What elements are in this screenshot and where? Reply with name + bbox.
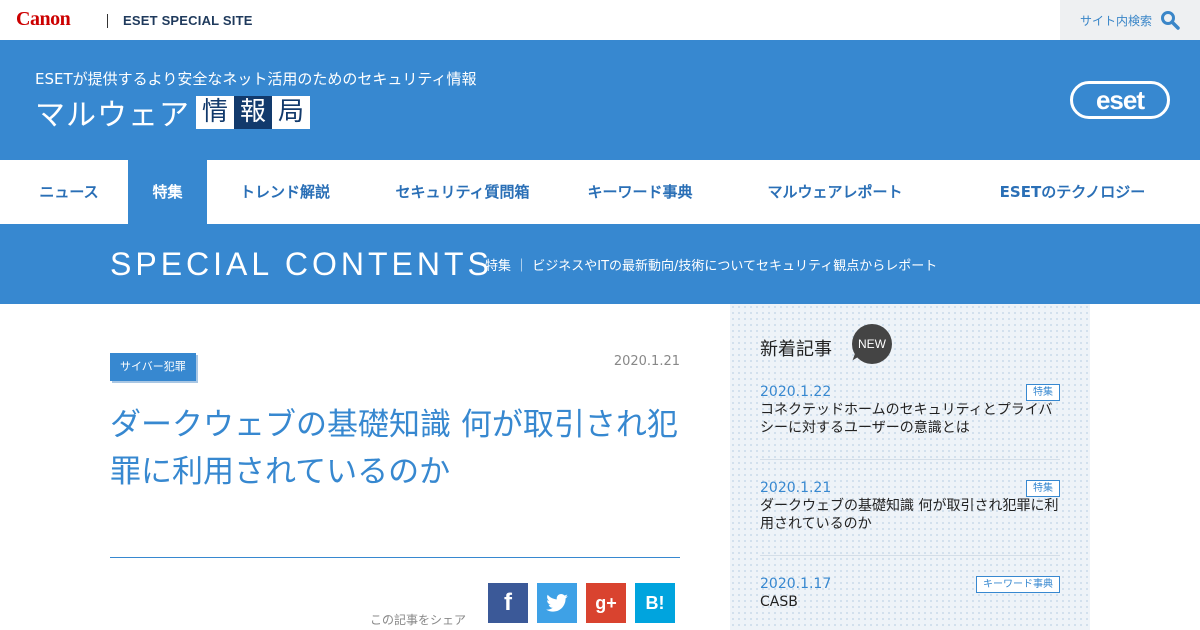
sidebar-heading: 新着記事 bbox=[760, 339, 832, 360]
news-title: CASB bbox=[760, 594, 798, 610]
list-item[interactable]: 2020.1.22 特集 コネクテッドホームのセキュリティとプライバシーに対する… bbox=[760, 384, 1060, 437]
news-title: ダークウェブの基礎知識 何が取引され犯罪に利用されているのか bbox=[760, 498, 1059, 532]
eset-logo-text: eset bbox=[1095, 84, 1145, 115]
site-search-button[interactable]: サイト内検索 bbox=[1060, 0, 1200, 40]
share-label: この記事をシェア bbox=[370, 613, 467, 627]
eset-logo[interactable]: eset bbox=[1070, 81, 1170, 119]
nav-item-special[interactable]: 特集 bbox=[128, 160, 207, 224]
search-icon bbox=[1161, 11, 1180, 30]
brand-box: 情 報 局 bbox=[196, 95, 310, 129]
twitter-share-button[interactable] bbox=[537, 583, 577, 623]
banner-description: 特集 ｜ ビジネスやITの最新動向/技術についてセキュリティ観点からレポート bbox=[485, 259, 938, 274]
news-date: 2020.1.22 bbox=[760, 384, 832, 400]
main-nav: ニュース 特集 トレンド解説 セキュリティ質問箱 キーワード事典 マルウェアレポ… bbox=[0, 160, 1200, 224]
header-tagline: ESETが提供するより安全なネット活用のためのセキュリティ情報 bbox=[35, 70, 477, 88]
new-badge: NEW bbox=[852, 324, 892, 364]
site-search-label: サイト内検索 bbox=[1080, 13, 1153, 28]
nav-item-keywords[interactable]: キーワード事典 bbox=[575, 160, 705, 224]
facebook-icon: f bbox=[504, 589, 512, 616]
list-divider bbox=[760, 555, 1060, 556]
nav-item-news[interactable]: ニュース bbox=[20, 160, 118, 224]
brand-main-text: マルウェア bbox=[35, 98, 190, 133]
top-bar: Canon ESET SPECIAL SITE サイト内検索 bbox=[0, 0, 1200, 40]
banner-title: SPECIAL CONTENTS bbox=[110, 246, 493, 282]
news-date: 2020.1.21 bbox=[760, 480, 832, 496]
top-separator bbox=[107, 14, 108, 28]
site-name[interactable]: ESET SPECIAL SITE bbox=[123, 13, 253, 28]
list-item[interactable]: 2020.1.17 キーワード事典 CASB bbox=[760, 576, 1060, 611]
brand-char: 情 bbox=[196, 95, 234, 129]
brand-char: 局 bbox=[272, 95, 310, 129]
category-badge[interactable]: サイバー犯罪 bbox=[110, 353, 196, 381]
news-tag: 特集 bbox=[1026, 480, 1060, 497]
list-divider bbox=[760, 459, 1060, 460]
nav-item-malware-report[interactable]: マルウェアレポート bbox=[750, 160, 920, 224]
brand-logo[interactable]: マルウェア 情 報 局 bbox=[35, 90, 310, 134]
nav-item-trend[interactable]: トレンド解説 bbox=[225, 160, 345, 224]
nav-item-security-qa[interactable]: セキュリティ質問箱 bbox=[380, 160, 545, 224]
twitter-icon bbox=[546, 594, 568, 612]
list-item[interactable]: 2020.1.21 特集 ダークウェブの基礎知識 何が取引され犯罪に利用されてい… bbox=[760, 480, 1060, 533]
article-date: 2020.1.21 bbox=[613, 354, 680, 369]
article-title: ダークウェブの基礎知識 何が取引され犯罪に利用されているのか bbox=[110, 407, 678, 490]
news-tag: キーワード事典 bbox=[976, 576, 1060, 593]
google-plus-share-button[interactable]: g+ bbox=[586, 583, 626, 623]
news-title: コネクテッドホームのセキュリティとプライバシーに対するユーザーの意識とは bbox=[760, 402, 1053, 436]
brand-char: 報 bbox=[234, 95, 272, 129]
title-divider bbox=[110, 557, 680, 558]
hatena-bookmark-share-button[interactable]: B! bbox=[635, 583, 675, 623]
google-plus-icon: g+ bbox=[595, 592, 617, 613]
new-articles-sidebar: 新着記事 NEW 2020.1.22 特集 コネクテッドホームのセキュリティとプ… bbox=[730, 304, 1090, 630]
facebook-share-button[interactable]: f bbox=[488, 583, 528, 623]
hatena-bookmark-icon: B! bbox=[645, 592, 665, 613]
news-tag: 特集 bbox=[1026, 384, 1060, 401]
nav-item-eset-technology[interactable]: ESETのテクノロジー bbox=[985, 160, 1160, 224]
section-banner: SPECIAL CONTENTS 特集 ｜ ビジネスやITの最新動向/技術につい… bbox=[0, 224, 1200, 304]
site-header: ESETが提供するより安全なネット活用のためのセキュリティ情報 マルウェア 情 … bbox=[0, 40, 1200, 160]
canon-logo[interactable]: Canon bbox=[16, 8, 71, 31]
